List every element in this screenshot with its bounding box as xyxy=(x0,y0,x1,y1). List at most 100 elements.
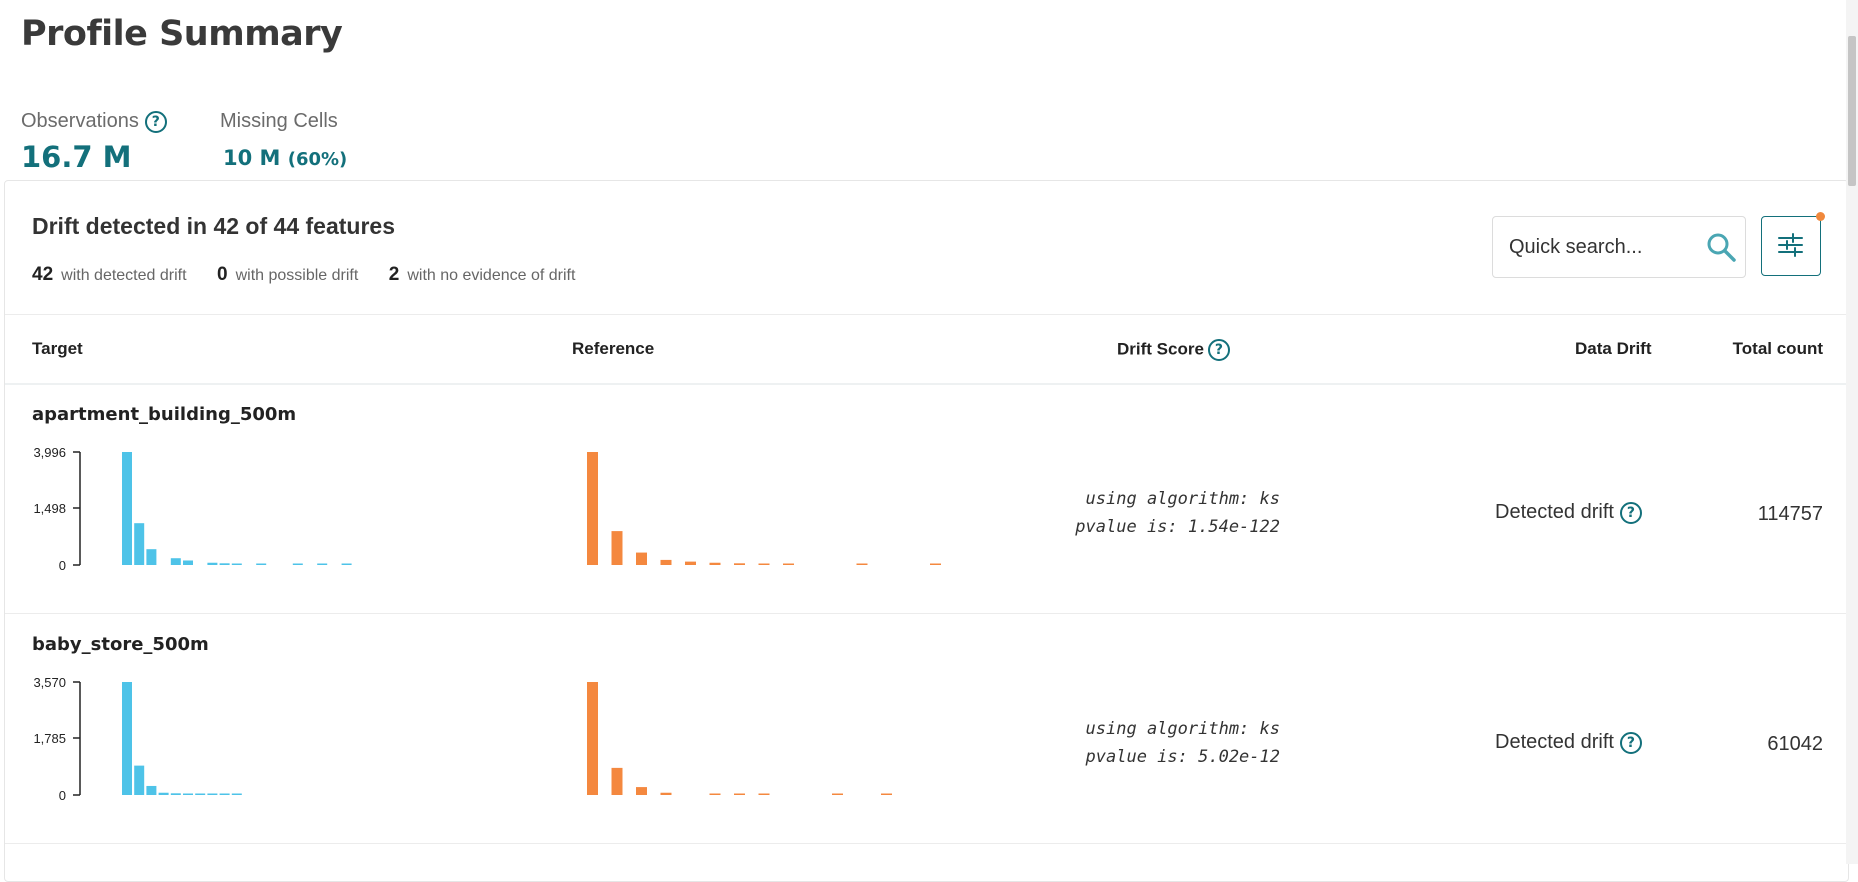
drift-status-label: Detected drift xyxy=(1495,731,1614,753)
target-bar xyxy=(183,793,193,795)
drift-status: Detected drift? xyxy=(1495,731,1642,754)
table-row[interactable]: apartment_building_500m 3,996 1,498 0 us… xyxy=(5,383,1848,614)
reference-bars xyxy=(587,452,941,565)
target-bar xyxy=(158,792,169,795)
filter-button[interactable] xyxy=(1761,212,1825,276)
reference-bar xyxy=(758,793,770,795)
missing-cells-value: 10 M (60%) xyxy=(223,146,347,170)
reference-bars xyxy=(587,682,892,795)
y-axis: 3,570 1,785 0 xyxy=(33,675,81,801)
table-header: Target Reference Drift Score? Data Drift… xyxy=(5,314,1848,385)
missing-cells-count: 10 M xyxy=(223,146,281,170)
target-bar xyxy=(231,563,242,565)
target-bar xyxy=(170,558,181,565)
target-bar xyxy=(292,563,303,565)
target-histogram: 3,570 1,785 0 xyxy=(33,675,242,801)
filter-active-badge xyxy=(1816,212,1825,221)
target-bar xyxy=(231,793,242,795)
scrollbar[interactable] xyxy=(1846,0,1858,864)
observations-value: 16.7 M xyxy=(21,140,132,174)
scrollbar-thumb[interactable] xyxy=(1848,36,1856,186)
reference-bar xyxy=(587,452,598,565)
reference-bar xyxy=(660,559,672,565)
drift-card: Drift detected in 42 of 44 features 42 wi… xyxy=(4,180,1849,882)
search-icon[interactable] xyxy=(1705,231,1737,263)
drift-status-help-icon[interactable]: ? xyxy=(1619,731,1642,754)
reference-bar xyxy=(685,561,696,565)
detected-drift-count: 42 with detected drift xyxy=(32,264,187,286)
total-count: 114757 xyxy=(1757,503,1823,525)
drift-status-help-icon[interactable]: ? xyxy=(1619,501,1642,524)
reference-bar xyxy=(709,793,721,795)
column-target[interactable]: Target xyxy=(32,339,83,359)
target-bar xyxy=(195,793,206,795)
observations-help-icon[interactable]: ? xyxy=(144,110,167,133)
column-drift-score[interactable]: Drift Score? xyxy=(1117,339,1230,361)
reference-histogram xyxy=(587,452,941,565)
detected-drift-number: 42 xyxy=(32,264,54,285)
target-bar xyxy=(256,563,267,565)
possible-drift-count: 0 with possible drift xyxy=(217,264,358,286)
search-input[interactable] xyxy=(1507,235,1701,260)
target-bar xyxy=(122,682,132,795)
reference-bar xyxy=(783,563,794,565)
feature-name: baby_store_500m xyxy=(32,634,209,655)
target-bars xyxy=(122,682,242,795)
no-drift-count: 2 with no evidence of drift xyxy=(389,264,576,286)
target-bar xyxy=(207,562,218,565)
reference-bar xyxy=(734,563,745,565)
no-drift-number: 2 xyxy=(388,264,400,285)
reference-bar xyxy=(660,792,672,795)
reference-bar xyxy=(587,682,598,795)
possible-drift-label: with possible drift xyxy=(235,267,359,284)
reference-bar xyxy=(856,563,868,565)
target-bar xyxy=(170,793,181,795)
reference-bar xyxy=(611,767,623,795)
drift-score-text: using algorithm: ks pvalue is: 1.54e-122 xyxy=(980,485,1280,541)
reference-bar xyxy=(709,562,721,565)
reference-histogram xyxy=(587,682,892,795)
y-tick-label: 1,498 xyxy=(33,501,66,516)
target-bar xyxy=(146,549,157,565)
algorithm-text: using algorithm: ks xyxy=(1085,489,1280,509)
search-box[interactable] xyxy=(1492,216,1746,278)
target-bar xyxy=(134,523,145,565)
sliders-icon xyxy=(1778,233,1803,257)
reference-bar xyxy=(636,552,647,565)
reference-bar xyxy=(734,793,745,795)
target-bar xyxy=(146,785,157,795)
target-bar xyxy=(183,560,193,565)
drift-score-help-icon[interactable]: ? xyxy=(1207,339,1230,361)
reference-bar xyxy=(611,531,623,565)
y-tick-label: 3,570 xyxy=(33,675,66,690)
reference-bar xyxy=(881,793,892,795)
total-count: 61042 xyxy=(1767,733,1823,755)
table-row[interactable]: baby_store_500m 3,570 1,785 0 using algo… xyxy=(5,613,1848,844)
target-bar xyxy=(219,563,230,565)
target-bar xyxy=(317,563,328,565)
target-bar xyxy=(122,452,132,565)
target-bar xyxy=(219,793,230,795)
column-total-count[interactable]: Total count xyxy=(1733,339,1823,359)
missing-cells-label: Missing Cells xyxy=(220,110,338,132)
column-data-drift[interactable]: Data Drift xyxy=(1575,339,1652,359)
y-tick-label: 0 xyxy=(59,558,66,571)
column-reference[interactable]: Reference xyxy=(572,339,654,359)
pvalue-text: pvalue is: 1.54e-122 xyxy=(1075,517,1280,537)
page-title: Profile Summary xyxy=(21,14,343,54)
observations-label-text: Observations xyxy=(21,110,139,132)
target-bar xyxy=(134,765,145,795)
drift-counts: 42 with detected drift 0 with possible dri… xyxy=(32,264,601,286)
detected-drift-label: with detected drift xyxy=(61,267,187,284)
observations-label: Observations? xyxy=(21,110,167,133)
target-bar xyxy=(207,793,218,795)
reference-bar xyxy=(832,793,843,795)
possible-drift-number: 0 xyxy=(217,264,228,285)
y-tick-label: 3,996 xyxy=(33,445,66,460)
algorithm-text: using algorithm: ks xyxy=(1085,719,1280,739)
target-bars xyxy=(122,452,352,565)
drift-status-label: Detected drift xyxy=(1495,501,1614,523)
target-histogram: 3,996 1,498 0 xyxy=(33,445,352,571)
pvalue-text: pvalue is: 5.02e-12 xyxy=(1085,747,1280,767)
y-axis: 3,996 1,498 0 xyxy=(33,445,81,571)
